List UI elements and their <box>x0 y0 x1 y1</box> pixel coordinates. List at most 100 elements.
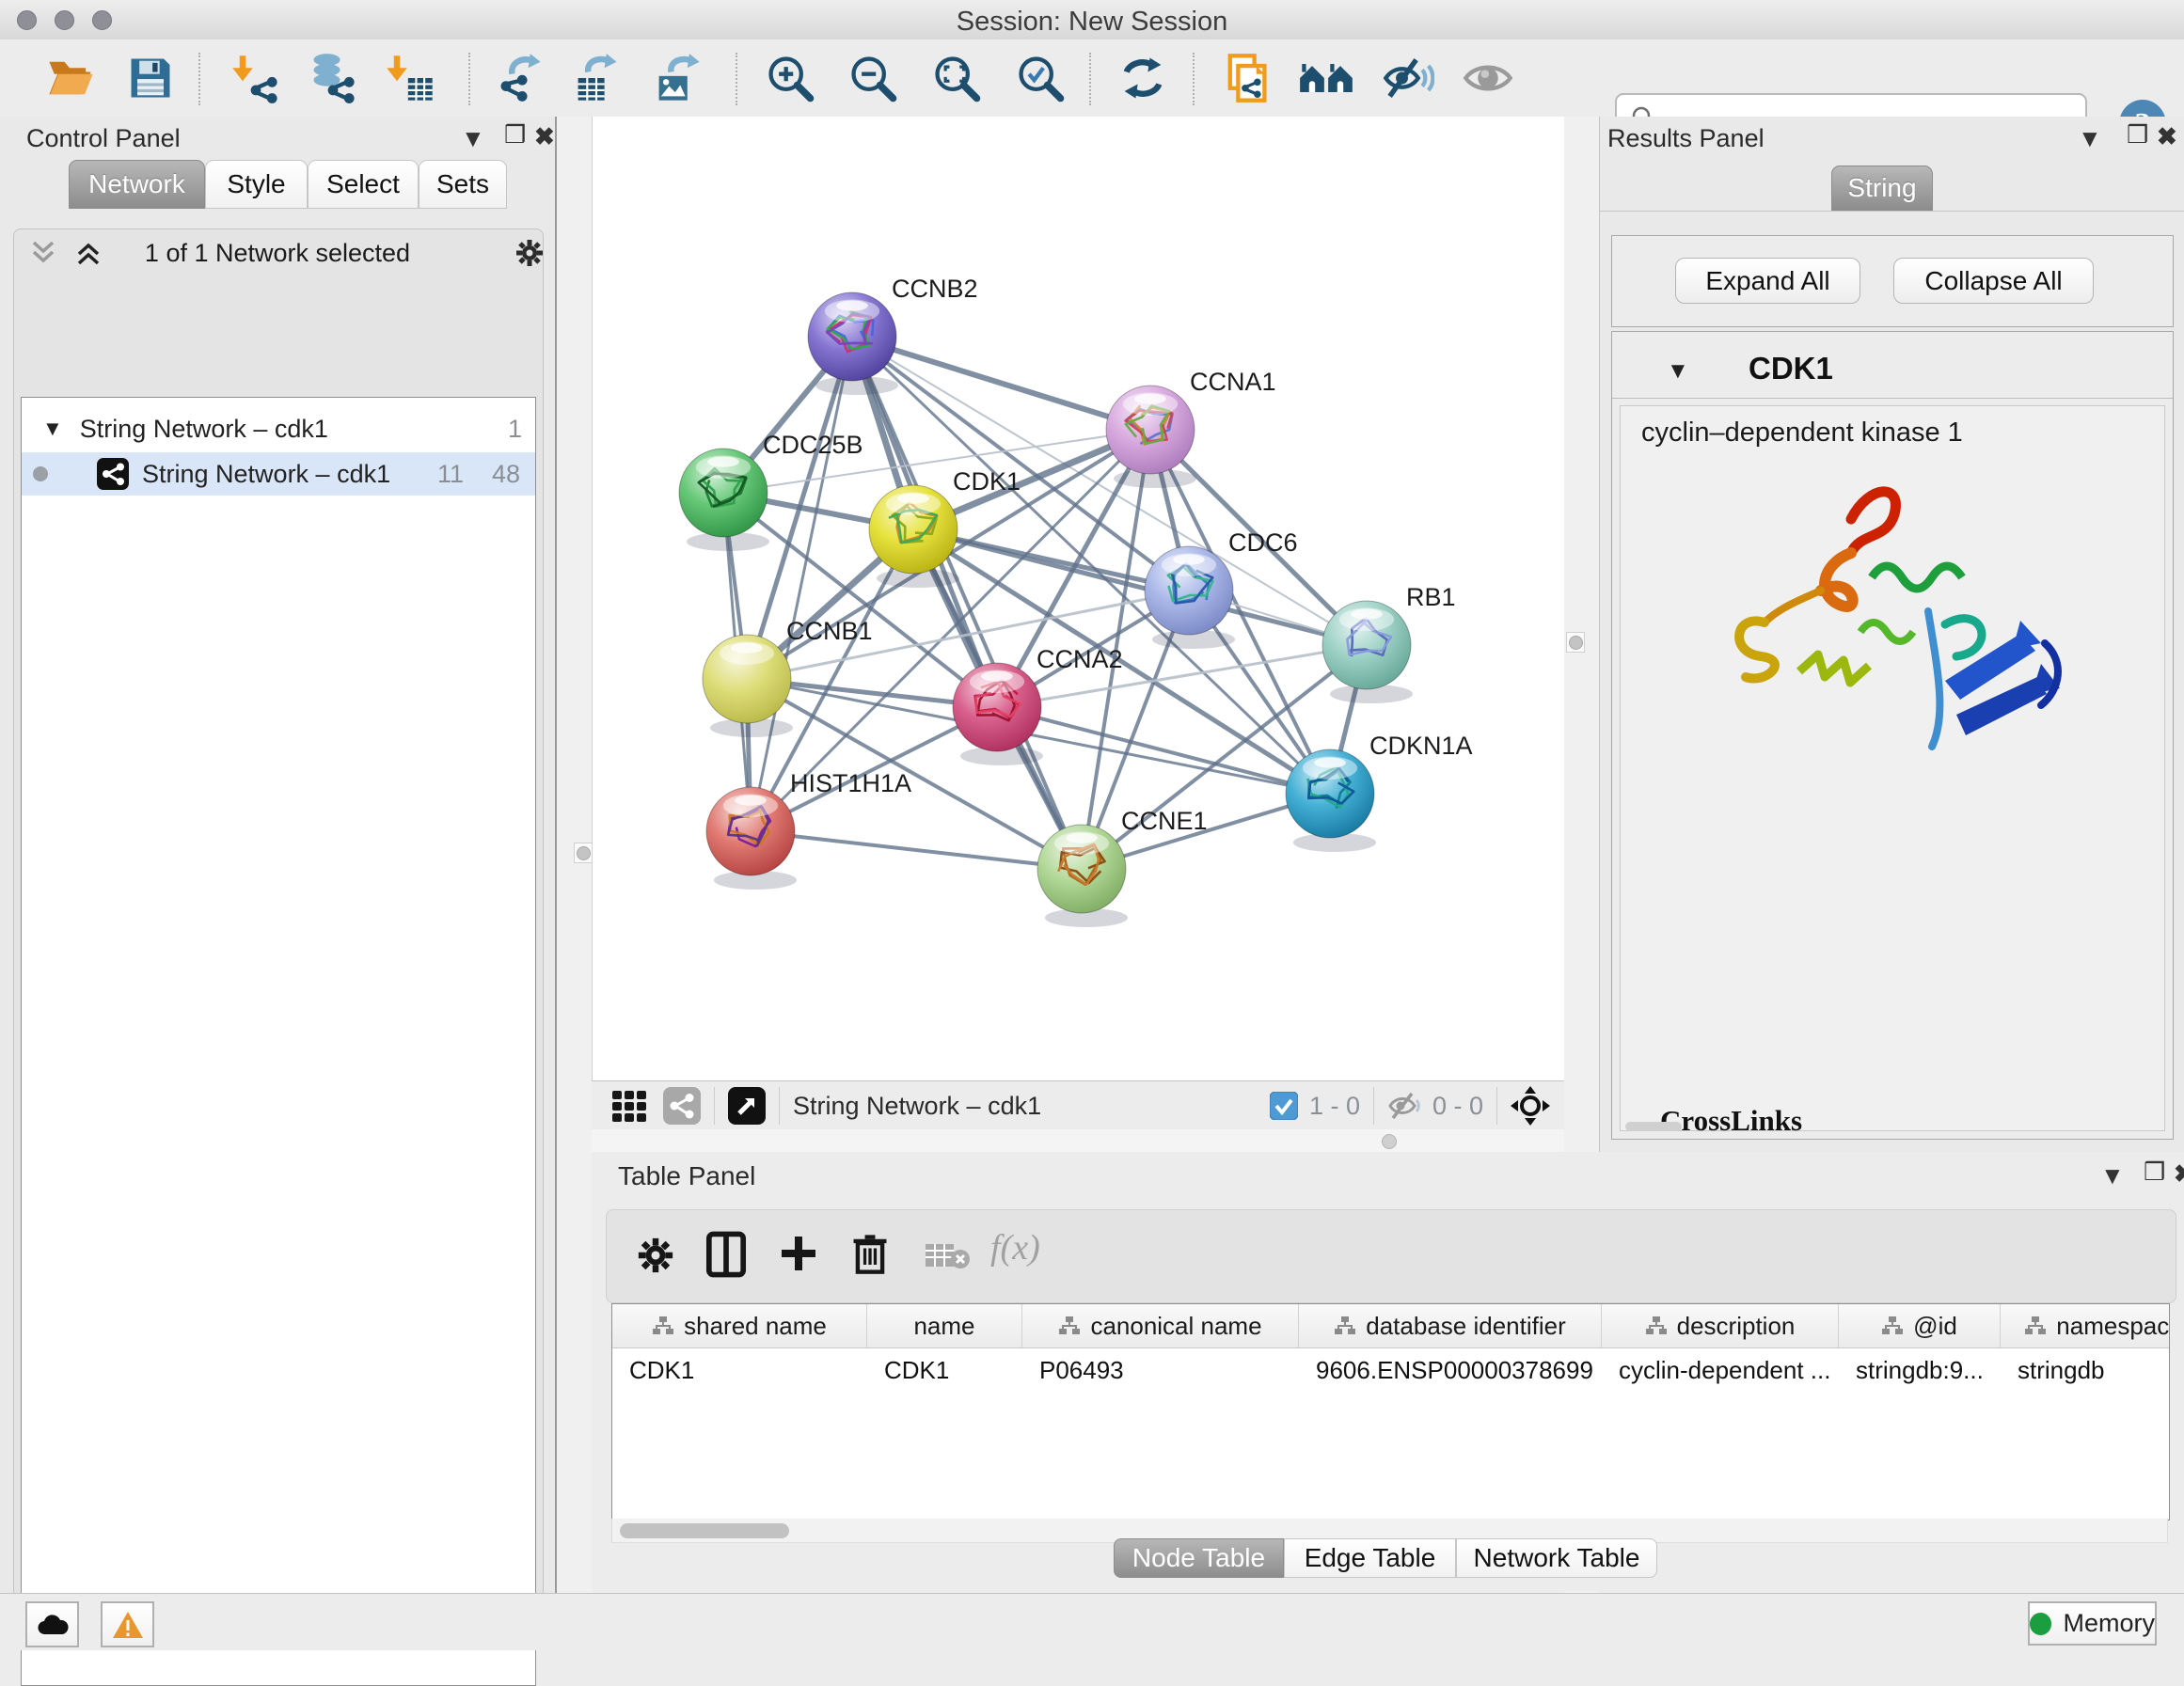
edge-CDK1-RB1[interactable] <box>913 529 1367 645</box>
results-scrollbar[interactable] <box>1625 1122 1682 1131</box>
table-cell[interactable]: CDK1 <box>612 1348 867 1392</box>
selected-count: 1 - 0 <box>1309 1092 1360 1121</box>
hide-selected-icon[interactable] <box>1380 50 1436 106</box>
gear-icon[interactable] <box>514 237 546 269</box>
node-CCNA2[interactable] <box>953 663 1043 765</box>
float-panel-icon[interactable]: ▼ <box>2100 1163 2125 1188</box>
column-header-database-identifier[interactable]: database identifier <box>1299 1304 1602 1347</box>
node-label-CDK1: CDK1 <box>953 467 1021 496</box>
column-header-description[interactable]: description <box>1602 1304 1839 1347</box>
import-network-icon[interactable] <box>228 50 284 106</box>
export-network-icon[interactable] <box>492 50 548 106</box>
tab-select[interactable]: Select <box>308 160 419 209</box>
cloud-status-button[interactable] <box>25 1601 79 1647</box>
tab-edge-table[interactable]: Edge Table <box>1284 1538 1456 1578</box>
table-cell[interactable]: stringdb:9... <box>1839 1348 2001 1392</box>
tab-sets[interactable]: Sets <box>419 160 507 209</box>
add-column-icon[interactable] <box>778 1233 819 1274</box>
grid-view-icon[interactable] <box>610 1087 648 1125</box>
first-neighbors-icon[interactable] <box>1298 50 1354 106</box>
network-thumbnail-icon[interactable] <box>663 1087 701 1125</box>
network-canvas[interactable]: CCNB2CCNA1CDC25BCDK1CDC6RB1CCNB1CCNA2CDK… <box>592 117 1566 1080</box>
maximize-panel-icon[interactable]: ❒ <box>504 122 526 147</box>
warning-status-button[interactable] <box>101 1601 154 1647</box>
column-header-canonical-name[interactable]: canonical name <box>1022 1304 1299 1347</box>
table-cell[interactable]: P06493 <box>1022 1348 1299 1392</box>
show-columns-icon[interactable] <box>704 1231 748 1278</box>
float-panel-icon[interactable]: ▼ <box>2078 126 2102 150</box>
close-panel-icon[interactable]: ✖ <box>2174 1161 2184 1186</box>
table-settings-gear-icon[interactable] <box>635 1235 676 1276</box>
node-CDC25B[interactable] <box>679 449 769 551</box>
left-splitter-handle[interactable] <box>574 843 593 863</box>
zoom-out-icon[interactable] <box>845 50 901 106</box>
duplicate-network-icon[interactable] <box>1218 50 1274 106</box>
import-table-icon[interactable] <box>382 50 438 106</box>
chevron-down-icon[interactable]: ▼ <box>42 417 63 441</box>
export-image-icon[interactable] <box>649 50 705 106</box>
maximize-panel-icon[interactable]: ❒ <box>2127 122 2148 147</box>
export-table-icon[interactable] <box>568 50 625 106</box>
column-header-namespace[interactable]: namespace <box>2001 1304 2170 1347</box>
memory-status-dot <box>2030 1613 2051 1635</box>
network-collection-label: String Network – cdk1 <box>80 415 328 444</box>
maximize-panel-icon[interactable]: ❒ <box>2144 1159 2165 1184</box>
close-panel-icon[interactable]: ✖ <box>534 124 555 149</box>
column-header-name[interactable]: name <box>867 1304 1022 1347</box>
chevron-down-icon[interactable]: ▼ <box>1667 358 1689 385</box>
results-panel-title: Results Panel <box>1607 124 1765 153</box>
tab-network[interactable]: Network <box>69 160 205 209</box>
table-cell[interactable]: cyclin-dependent ... <box>1602 1348 1839 1392</box>
memory-button[interactable]: Memory <box>2028 1601 2157 1646</box>
tab-node-table[interactable]: Node Table <box>1114 1538 1284 1578</box>
control-panel-title: Control Panel <box>26 124 181 153</box>
open-file-icon[interactable] <box>42 50 99 106</box>
node-CCNE1[interactable] <box>1037 825 1128 927</box>
protein-structure-image[interactable] <box>1710 463 2077 773</box>
zoom-selected-icon[interactable] <box>1012 50 1068 106</box>
tab-style[interactable]: Style <box>205 160 308 209</box>
tab-string[interactable]: String <box>1831 165 1933 211</box>
table-row[interactable]: CDK1CDK1P064939606.ENSP00000378699cyclin… <box>612 1348 2169 1392</box>
close-panel-icon[interactable]: ✖ <box>2157 124 2177 149</box>
column-header-shared-name[interactable]: shared name <box>612 1304 867 1347</box>
network-collection-row[interactable]: ▼ String Network – cdk1 1 <box>22 407 535 450</box>
open-in-window-icon[interactable] <box>728 1087 766 1125</box>
import-network-database-icon[interactable] <box>305 50 361 106</box>
collapse-all-button[interactable]: Collapse All <box>1893 258 2094 304</box>
zoom-fit-icon[interactable] <box>928 50 985 106</box>
node-RB1[interactable] <box>1322 601 1413 703</box>
tab-network-table[interactable]: Network Table <box>1456 1538 1657 1578</box>
node-CDKN1A[interactable] <box>1286 749 1376 852</box>
edge-HIST1H1A-CCNE1[interactable] <box>751 831 1082 869</box>
function-builder-icon[interactable]: f(x) <box>990 1227 1040 1268</box>
node-CDC6[interactable] <box>1145 546 1235 649</box>
table-cell[interactable]: 9606.ENSP00000378699 <box>1299 1348 1602 1392</box>
refresh-icon[interactable] <box>1115 50 1171 106</box>
horizontal-splitter[interactable] <box>592 1129 1565 1152</box>
node-CCNB1[interactable] <box>703 635 793 737</box>
hidden-eye-icon[interactable] <box>1387 1090 1423 1122</box>
splitter-handle[interactable] <box>1382 1134 1397 1149</box>
node-CCNB2[interactable] <box>808 292 898 395</box>
node-CCNA1[interactable] <box>1106 386 1196 488</box>
expand-all-button[interactable]: Expand All <box>1675 258 1860 304</box>
node-HIST1H1A[interactable] <box>706 787 797 890</box>
save-session-icon[interactable] <box>122 50 179 106</box>
delete-table-icon[interactable] <box>925 1242 970 1270</box>
left-splitter[interactable] <box>557 117 592 1593</box>
network-row-selected[interactable]: String Network – cdk1 11 48 <box>22 452 535 496</box>
selected-checkbox-icon[interactable] <box>1270 1092 1298 1120</box>
show-all-icon[interactable] <box>1460 50 1516 106</box>
node-CDK1[interactable] <box>869 485 959 588</box>
table-cell[interactable]: stringdb <box>2001 1348 2170 1392</box>
column-header-label: @id <box>1913 1312 1957 1341</box>
table-cell[interactable]: CDK1 <box>867 1348 1022 1392</box>
scrollbar-thumb[interactable] <box>620 1523 789 1538</box>
delete-column-icon[interactable] <box>849 1231 891 1276</box>
float-panel-icon[interactable]: ▼ <box>461 126 485 150</box>
right-splitter-handle[interactable] <box>1566 632 1585 653</box>
column-header--id[interactable]: @id <box>1839 1304 2001 1347</box>
zoom-in-icon[interactable] <box>762 50 818 106</box>
birds-eye-view-icon[interactable] <box>1511 1086 1550 1126</box>
